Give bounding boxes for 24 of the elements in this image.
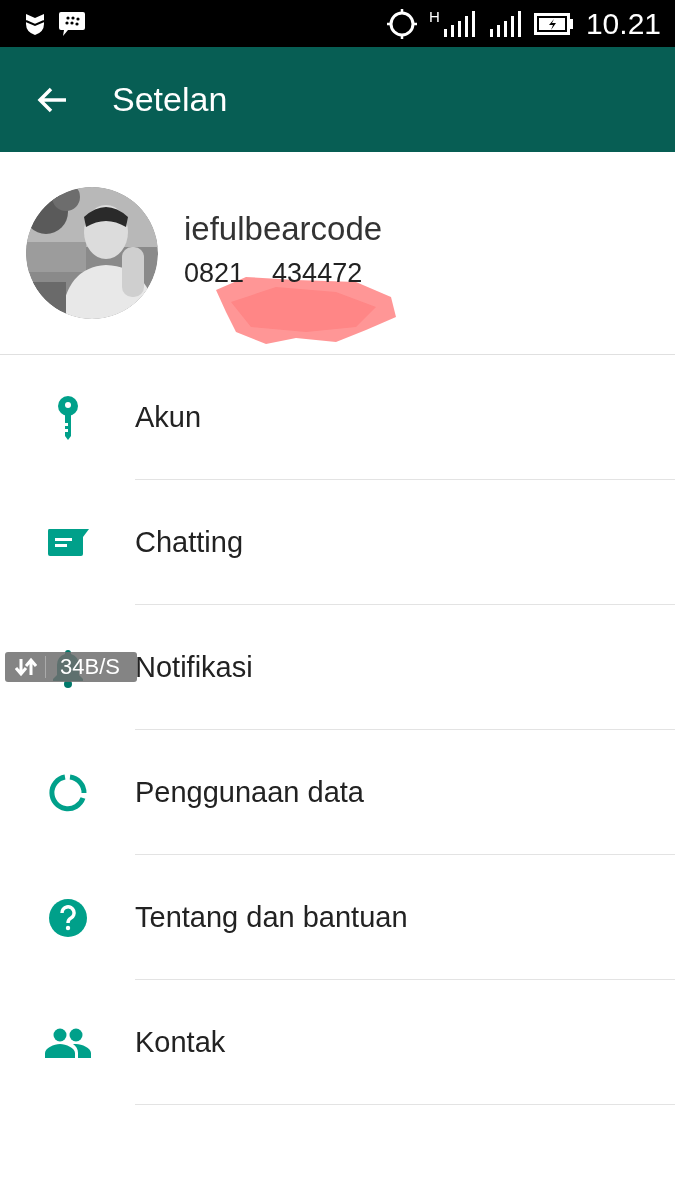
message-icon — [46, 528, 89, 557]
phone-number: 0821 — [184, 257, 245, 289]
profile-name: iefulbearcode — [184, 209, 383, 248]
signal-icon — [441, 10, 476, 37]
battery-icon — [533, 12, 574, 35]
clock: 10.21 — [585, 6, 661, 41]
help-icon — [47, 897, 88, 938]
signal-icon — [487, 10, 522, 37]
speed-reading: 34B/S — [60, 654, 120, 680]
contacts-icon — [44, 1027, 91, 1058]
settings-item[interactable]: Akun — [135, 400, 202, 434]
location-icon — [387, 8, 418, 39]
data-usage-icon — [47, 772, 88, 813]
settings-item[interactable]: Kontak — [135, 1025, 226, 1059]
key-icon — [56, 395, 79, 440]
shield-icon — [24, 11, 46, 36]
settings-item[interactable]: Penggunaan data — [135, 775, 364, 809]
settings-item[interactable]: Chatting — [135, 525, 243, 559]
settings-item[interactable]: Tentang dan bantuan — [135, 900, 408, 934]
screen-title: Setelan — [112, 80, 228, 119]
network-type: H — [429, 8, 440, 25]
phone-number: 434472 — [272, 257, 363, 289]
chat-bubble-icon — [58, 10, 86, 37]
up-down-arrows-icon — [15, 657, 37, 677]
